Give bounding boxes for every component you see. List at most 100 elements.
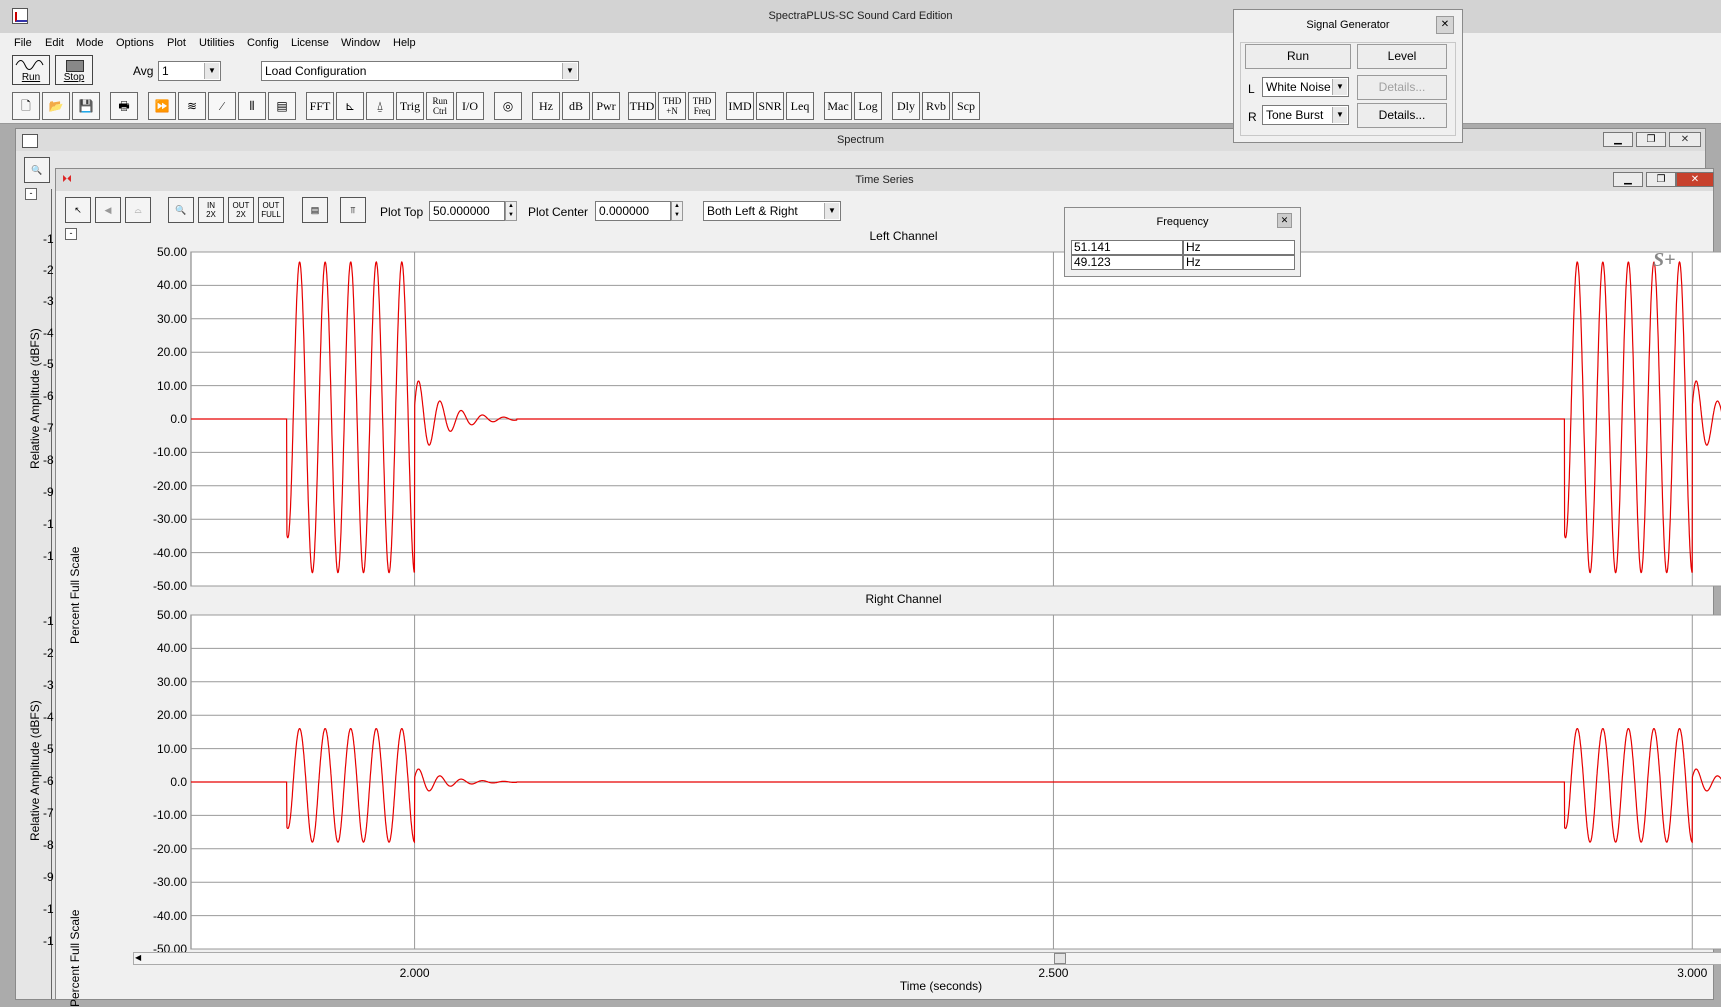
menu-edit[interactable]: Edit (45, 37, 64, 49)
3d-plot-icon[interactable]: ▤ (268, 92, 296, 120)
thd-n-button[interactable]: THD +N (658, 92, 686, 120)
zoom-icon[interactable]: 🔍 (168, 197, 194, 223)
zoom-icon[interactable]: 🔍 (24, 157, 50, 183)
sg-right-select[interactable]: Tone Burst ▼ (1262, 105, 1349, 125)
maximize-button[interactable]: ❐ (1646, 172, 1676, 187)
scroll-left-icon[interactable]: ◀ (135, 953, 141, 962)
frequency-left-value: 51.141 (1071, 240, 1183, 255)
sg-level-button[interactable]: Level (1357, 44, 1447, 69)
menu-help[interactable]: Help (393, 37, 416, 49)
menu-mode[interactable]: Mode (76, 37, 104, 49)
chevron-down-icon[interactable]: ▼ (1332, 107, 1347, 123)
fft-button[interactable]: FFT (306, 92, 334, 120)
chevron-down-icon[interactable]: ▼ (824, 203, 839, 219)
close-button[interactable]: ✕ (1676, 172, 1714, 187)
thd-button[interactable]: THD (628, 92, 656, 120)
zoom-in-2x-icon[interactable]: IN 2X (198, 197, 224, 223)
tick: -8 (43, 453, 54, 467)
stop-button[interactable]: Stop (55, 55, 93, 85)
pwr-button[interactable]: Pwr (592, 92, 620, 120)
right-channel-plot[interactable] (133, 609, 1721, 955)
close-icon[interactable]: ✕ (1277, 213, 1292, 228)
minimize-button[interactable]: ▁ (1613, 172, 1643, 187)
axis-icon[interactable]: ⊾ (336, 92, 364, 120)
scroll-thumb[interactable] (1054, 953, 1066, 964)
run-label: Run (21, 72, 41, 83)
imd-button[interactable]: IMD (726, 92, 754, 120)
avg-label: Avg (133, 64, 154, 78)
chevron-down-icon[interactable]: ▼ (1332, 79, 1347, 95)
hz-button[interactable]: Hz (532, 92, 560, 120)
chevron-down-icon[interactable]: ▼ (204, 63, 219, 79)
tick: -1 (43, 517, 54, 531)
speaker-icon[interactable]: ◀ (95, 197, 121, 223)
open-folder-icon[interactable]: 📂 (42, 92, 70, 120)
frequency-title: Frequency (1156, 216, 1209, 228)
config-select[interactable]: Load Configuration ▼ (261, 61, 579, 81)
collapse-icon[interactable]: - (65, 228, 77, 240)
dly-button[interactable]: Dly (892, 92, 920, 120)
plot-center-input[interactable]: 0.000000 (595, 201, 671, 221)
menu-file[interactable]: File (14, 37, 32, 49)
spin-arrows-icon[interactable]: ▲ ▼ (671, 201, 683, 221)
horizontal-scrollbar[interactable]: ◀ ▶ (133, 952, 1721, 965)
run-button[interactable]: Run (12, 55, 50, 85)
plot-top-input[interactable]: 50.000000 (429, 201, 505, 221)
log-button[interactable]: Log (854, 92, 882, 120)
sg-right-details-button[interactable]: Details... (1357, 103, 1447, 128)
maximize-button[interactable]: ❐ (1636, 132, 1666, 147)
generator-icon[interactable]: ◎ (494, 92, 522, 120)
rvb-button[interactable]: Rvb (922, 92, 950, 120)
scp-button[interactable]: Scp (952, 92, 980, 120)
menu-window[interactable]: Window (341, 37, 380, 49)
close-icon[interactable]: ✕ (1436, 16, 1454, 34)
zoom-out-full-icon[interactable]: OUT FULL (258, 197, 284, 223)
weighting-icon[interactable]: ⍙ (366, 92, 394, 120)
right-channel-title: Right Channel (865, 592, 942, 606)
slope-icon[interactable]: ∕ (208, 92, 236, 120)
left-channel-plot[interactable] (133, 246, 1721, 592)
spin-arrows-icon[interactable]: ▲ ▼ (505, 201, 517, 221)
time-series-title-bar: ⏵⏴ Time Series ▁ ❐ ✕ (56, 169, 1714, 191)
peak-icon[interactable]: ⌓ (125, 197, 151, 223)
spectrogram-icon[interactable]: ⫴ (238, 92, 266, 120)
collapse-icon[interactable]: - (25, 188, 37, 200)
chevron-down-icon[interactable]: ▼ (562, 63, 577, 79)
snr-button[interactable]: SNR (756, 92, 784, 120)
new-file-icon[interactable]: 🗋 (12, 92, 40, 120)
sg-left-select[interactable]: White Noise ▼ (1262, 77, 1349, 97)
db-button[interactable]: dB (562, 92, 590, 120)
channel-select[interactable]: Both Left & Right ▼ (703, 201, 841, 221)
tick: -9 (43, 485, 54, 499)
menu-license[interactable]: License (291, 37, 329, 49)
menu-utilities[interactable]: Utilities (199, 37, 234, 49)
leq-button[interactable]: Leq (786, 92, 814, 120)
minimize-button[interactable]: ▁ (1603, 132, 1633, 147)
fast-forward-icon[interactable]: ⏩ (148, 92, 176, 120)
mac-button[interactable]: Mac (824, 92, 852, 120)
tick: -7 (43, 421, 54, 435)
menu-options[interactable]: Options (116, 37, 154, 49)
close-button[interactable]: ✕ (1669, 132, 1701, 147)
run-ctrl-button[interactable]: Run Ctrl (426, 92, 454, 120)
waterfall-icon[interactable]: ≋ (178, 92, 206, 120)
trig-button[interactable]: Trig (396, 92, 424, 120)
frequency-right-value: 49.123 (1071, 255, 1183, 270)
save-icon[interactable]: 💾 (72, 92, 100, 120)
thd-freq-button[interactable]: THD Freq (688, 92, 716, 120)
sg-run-button[interactable]: Run (1245, 44, 1351, 69)
zoom-out-2x-icon[interactable]: OUT 2X (228, 197, 254, 223)
tick: -4 (43, 710, 54, 724)
scale-icon[interactable]: ⫪ (340, 197, 366, 223)
channel-select-value: Both Left & Right (707, 204, 798, 218)
pointer-icon[interactable]: ↖ (65, 197, 91, 223)
avg-select[interactable]: 1 ▼ (158, 61, 221, 81)
io-button[interactable]: I/O (456, 92, 484, 120)
frequency-box: Frequency ✕ 51.141 Hz 49.123 Hz (1064, 207, 1301, 277)
print-icon[interactable]: 🖶 (110, 92, 138, 120)
properties-icon[interactable]: ▤ (302, 197, 328, 223)
menu-config[interactable]: Config (247, 37, 279, 49)
sg-left-details-button[interactable]: Details... (1357, 75, 1447, 100)
tick: -1 (43, 232, 54, 246)
menu-plot[interactable]: Plot (167, 37, 186, 49)
